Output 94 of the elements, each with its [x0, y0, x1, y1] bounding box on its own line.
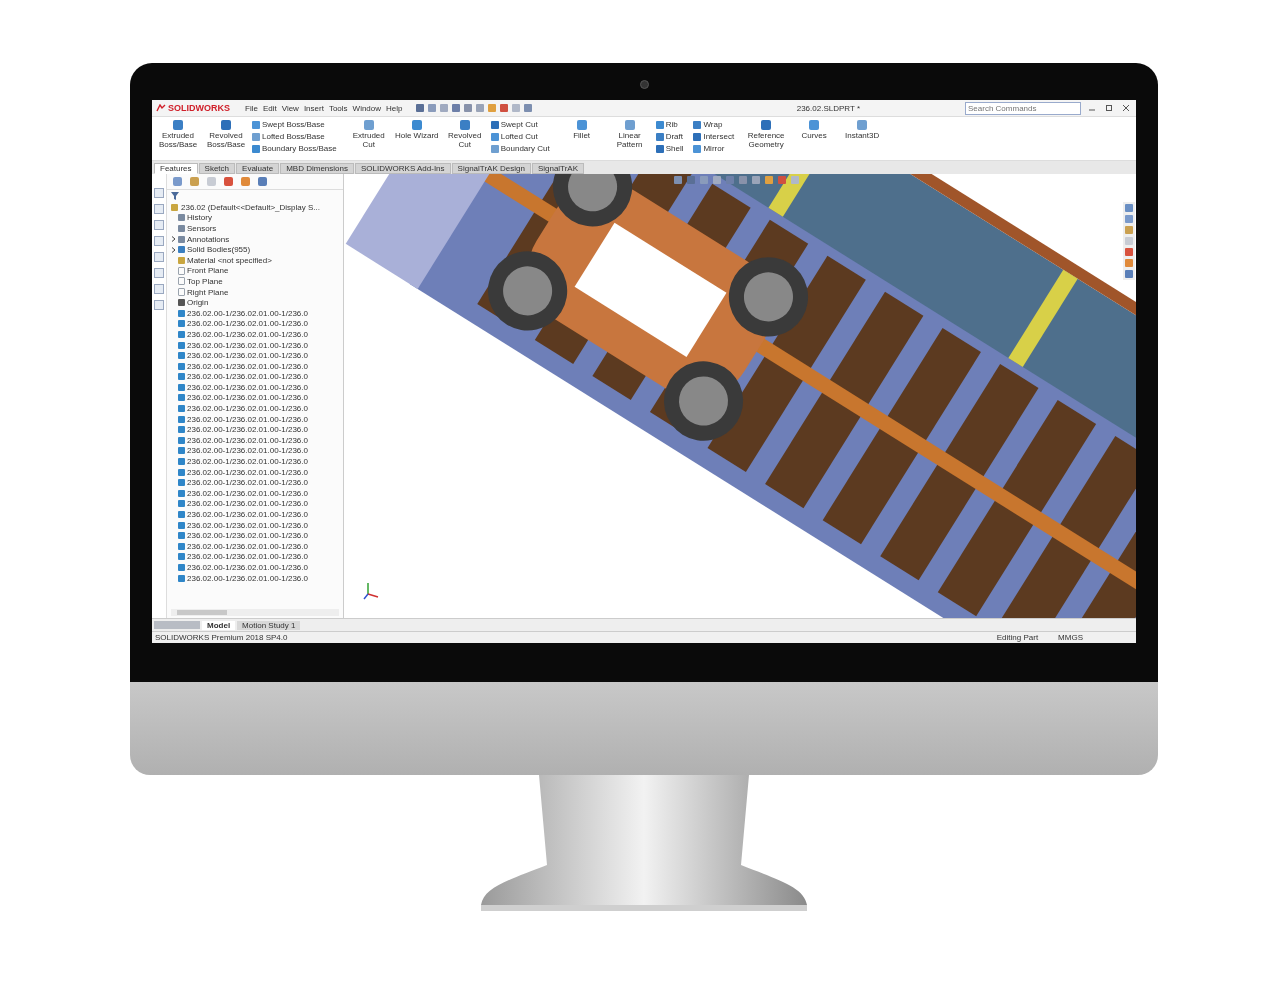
ribbon-button[interactable]: Boundary Boss/Base: [252, 144, 337, 153]
tree-item[interactable]: 236.02.00-1/236.02.01.00-1/236.0: [187, 308, 308, 318]
menu-item[interactable]: Window: [352, 103, 382, 113]
tree-item[interactable]: 236.02.00-1/236.02.01.00-1/236.0: [187, 340, 308, 350]
tree-item[interactable]: 236.02.00-1/236.02.01.00-1/236.0: [187, 552, 308, 562]
status-text: SOLIDWORKS Premium 2018 SP4.0: [155, 633, 288, 642]
ribbon-button[interactable]: Extruded Cut: [346, 120, 391, 150]
tree-item[interactable]: 236.02.00-1/236.02.01.00-1/236.0: [187, 319, 308, 329]
tree-item[interactable]: 236.02.00-1/236.02.01.00-1/236.0: [187, 404, 308, 414]
tool-icon: [173, 120, 183, 130]
menu-item[interactable]: Help: [386, 103, 403, 113]
tree-item[interactable]: 236.02.00-1/236.02.01.00-1/236.0: [187, 541, 308, 551]
tree-item[interactable]: 236.02.00-1/236.02.01.00-1/236.0: [187, 425, 308, 435]
ribbon-button[interactable]: Linear Pattern: [607, 120, 652, 150]
tab-spacer: [154, 621, 200, 629]
tree-item[interactable]: Right Plane: [187, 287, 229, 297]
menu-item[interactable]: Insert: [303, 103, 324, 113]
tree-item[interactable]: 236.02.00-1/236.02.01.00-1/236.0: [187, 520, 308, 530]
tree-item[interactable]: Solid Bodies(955): [187, 245, 251, 255]
tree-item[interactable]: 236.02.00-1/236.02.01.00-1/236.0: [187, 478, 308, 488]
ribbon-button[interactable]: Boundary Cut: [490, 144, 550, 153]
tree-item[interactable]: 236.02.00-1/236.02.01.00-1/236.0: [187, 393, 308, 403]
camera-icon: [640, 80, 649, 89]
ribbon-button[interactable]: Revolved Cut: [442, 120, 487, 150]
ribbon-button[interactable]: Swept Boss/Base: [252, 120, 337, 129]
menu-item[interactable]: File: [245, 103, 258, 113]
tree-item[interactable]: 236.02.00-1/236.02.01.00-1/236.0: [187, 531, 308, 541]
origin-icon: [178, 299, 185, 307]
close-icon[interactable]: [1122, 104, 1130, 112]
ribbon-button[interactable]: Instant3D: [840, 120, 885, 141]
tree-item[interactable]: Origin: [187, 298, 209, 308]
tool-icon: [411, 120, 422, 130]
app-logo: SOLIDWORKS: [156, 103, 230, 113]
model-tab[interactable]: Model: [202, 620, 236, 630]
tool-icon: [363, 120, 374, 130]
tree-item[interactable]: 236.02.00-1/236.02.01.00-1/236.0: [187, 435, 308, 445]
status-text: Editing Part: [996, 633, 1039, 642]
ribbon-button[interactable]: Mirror: [693, 144, 735, 153]
restore-icon[interactable]: [1105, 104, 1113, 112]
menu-item[interactable]: Tools: [328, 103, 348, 113]
ribbon-tab[interactable]: Features: [154, 163, 198, 174]
tree-item[interactable]: 236.02.00-1/236.02.01.00-1/236.0: [187, 510, 308, 519]
tree-node-icon: [178, 256, 185, 264]
ribbon-button[interactable]: Lofted Cut: [490, 132, 550, 141]
horizontal-scrollbar[interactable]: [171, 609, 339, 616]
ribbon-button[interactable]: Extruded Boss/Base: [156, 120, 200, 150]
tool-icon: [761, 120, 772, 130]
search-field[interactable]: Search Commands: [965, 101, 1081, 115]
menu-item[interactable]: Edit: [262, 103, 277, 113]
tool-icon: [857, 120, 868, 130]
ribbon-button[interactable]: Hole Wizard: [394, 120, 439, 141]
menu-item[interactable]: View: [281, 103, 299, 113]
tree-item[interactable]: 236.02.00-1/236.02.01.00-1/236.0: [187, 446, 308, 456]
document-title: 236.02.SLDPRT *: [796, 103, 860, 113]
ribbon-button[interactable]: Curves: [792, 120, 837, 141]
tree-item[interactable]: Top Plane: [187, 276, 223, 286]
ribbon-button[interactable]: Intersect: [693, 132, 735, 141]
tree-item[interactable]: Front Plane: [187, 266, 229, 276]
tool-icon: [576, 120, 587, 130]
tree-item[interactable]: 236.02.00-1/236.02.01.00-1/236.0: [187, 361, 308, 371]
tree-item[interactable]: 236.02.00-1/236.02.01.00-1/236.0: [187, 351, 308, 361]
ribbon-button[interactable]: Lofted Boss/Base: [252, 132, 337, 141]
tree-item[interactable]: 236.02.00-1/236.02.01.00-1/236.0: [187, 467, 308, 477]
ribbon-button[interactable]: Rib: [655, 120, 684, 129]
tool-icon: [221, 120, 231, 130]
tree-item[interactable]: 236.02.00-1/236.02.01.00-1/236.0: [187, 573, 308, 583]
tree-item[interactable]: 236.02.00-1/236.02.01.00-1/236.0: [187, 372, 308, 382]
tree-item[interactable]: 236.02.00-1/236.02.01.00-1/236.0: [187, 382, 308, 392]
ribbon-button[interactable]: Draft: [655, 132, 684, 141]
tree-item[interactable]: 236.02.00-1/236.02.01.00-1/236.0: [187, 457, 308, 467]
tree-item[interactable]: Material <not specified>: [187, 255, 272, 265]
tool-icon: [459, 120, 470, 130]
tree-item[interactable]: 236.02.00-1/236.02.01.00-1/236.0: [187, 329, 308, 339]
ribbon-button[interactable]: Shell: [655, 144, 684, 153]
ribbon-button[interactable]: Revolved Boss/Base: [204, 120, 248, 150]
tree-item[interactable]: Sensors: [187, 224, 217, 233]
part-icon: [171, 203, 178, 211]
tool-icon: [809, 120, 820, 130]
tree-item[interactable]: 236.02.00-1/236.02.01.00-1/236.0: [187, 563, 308, 572]
tree-item[interactable]: 236.02 (Default<<Default>_Display S...: [181, 202, 320, 212]
tree-item[interactable]: History: [187, 213, 212, 223]
ribbon-button[interactable]: Reference Geometry: [744, 120, 789, 150]
ribbon-button[interactable]: Swept Cut: [490, 120, 550, 129]
filter-icon[interactable]: [171, 192, 179, 200]
tree-item[interactable]: Annotations: [187, 234, 230, 244]
tree-item[interactable]: 236.02.00-1/236.02.01.00-1/236.0: [187, 499, 308, 509]
tree-node-icon: [178, 246, 185, 254]
tree-item[interactable]: 236.02.00-1/236.02.01.00-1/236.0: [187, 414, 308, 424]
tree-item[interactable]: 236.02.00-1/236.02.01.00-1/236.0: [187, 488, 308, 498]
units-selector[interactable]: MMGS: [1058, 633, 1083, 642]
model-tab[interactable]: Motion Study 1: [237, 620, 301, 630]
ribbon-button[interactable]: Fillet: [559, 120, 604, 141]
tool-icon: [624, 120, 635, 130]
ribbon-button[interactable]: Wrap: [693, 120, 735, 129]
